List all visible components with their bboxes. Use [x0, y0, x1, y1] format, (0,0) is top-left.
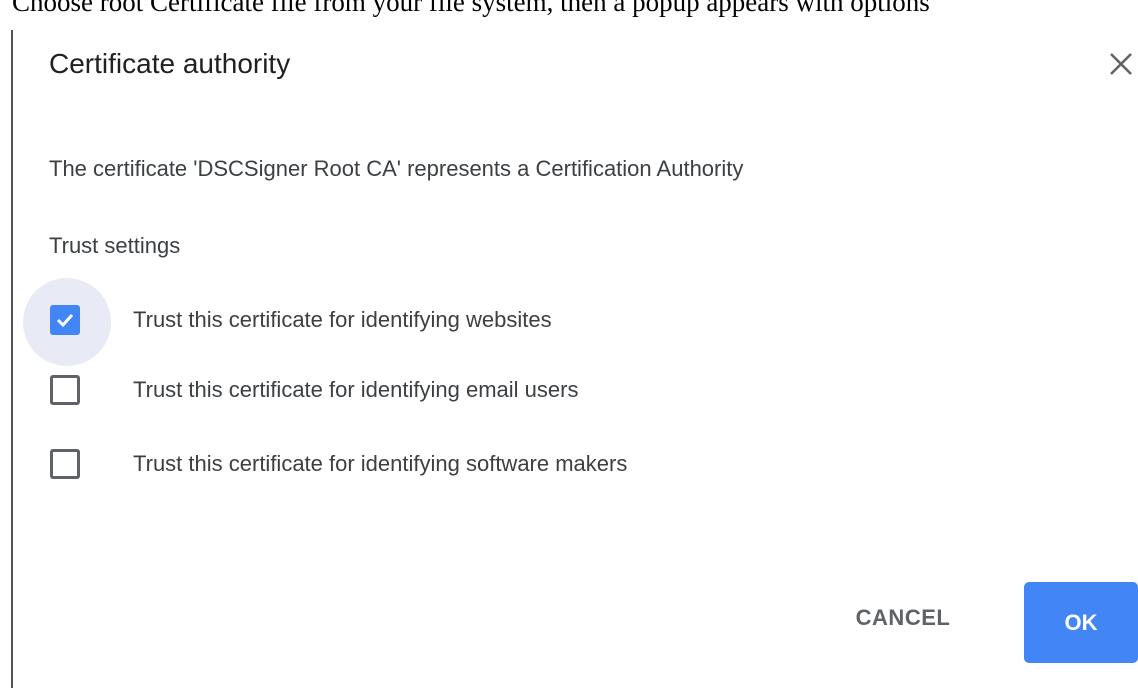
trust-websites-option: Trust this certificate for identifying w…	[13, 278, 1013, 366]
close-button[interactable]	[1106, 49, 1136, 79]
dialog-title: Certificate authority	[49, 48, 291, 79]
trust-email-users-option: Trust this certificate for identifying e…	[13, 362, 1013, 422]
cancel-button[interactable]: CANCEL	[833, 588, 973, 648]
trust-websites-label[interactable]: Trust this certificate for identifying w…	[133, 304, 552, 336]
trust-email-users-checkbox[interactable]	[50, 375, 80, 405]
trust-software-makers-label[interactable]: Trust this certificate for identifying s…	[133, 448, 627, 480]
checkmark-icon	[56, 313, 74, 328]
ok-button[interactable]: OK	[1024, 582, 1138, 663]
close-icon	[1110, 53, 1132, 75]
certificate-authority-dialog: Certificate authority The certificate 'D…	[13, 20, 1138, 688]
dialog-description: The certificate 'DSCSigner Root CA' repr…	[49, 156, 744, 181]
trust-software-makers-checkbox[interactable]	[50, 449, 80, 479]
trust-email-users-label[interactable]: Trust this certificate for identifying e…	[133, 374, 578, 406]
trust-software-makers-option: Trust this certificate for identifying s…	[13, 436, 1013, 496]
checkbox-wrap	[23, 422, 111, 510]
trust-websites-checkbox[interactable]	[50, 305, 80, 335]
page-caption: Choose root Certificate file from your f…	[12, 0, 930, 17]
trust-settings-heading: Trust settings	[49, 233, 181, 258]
